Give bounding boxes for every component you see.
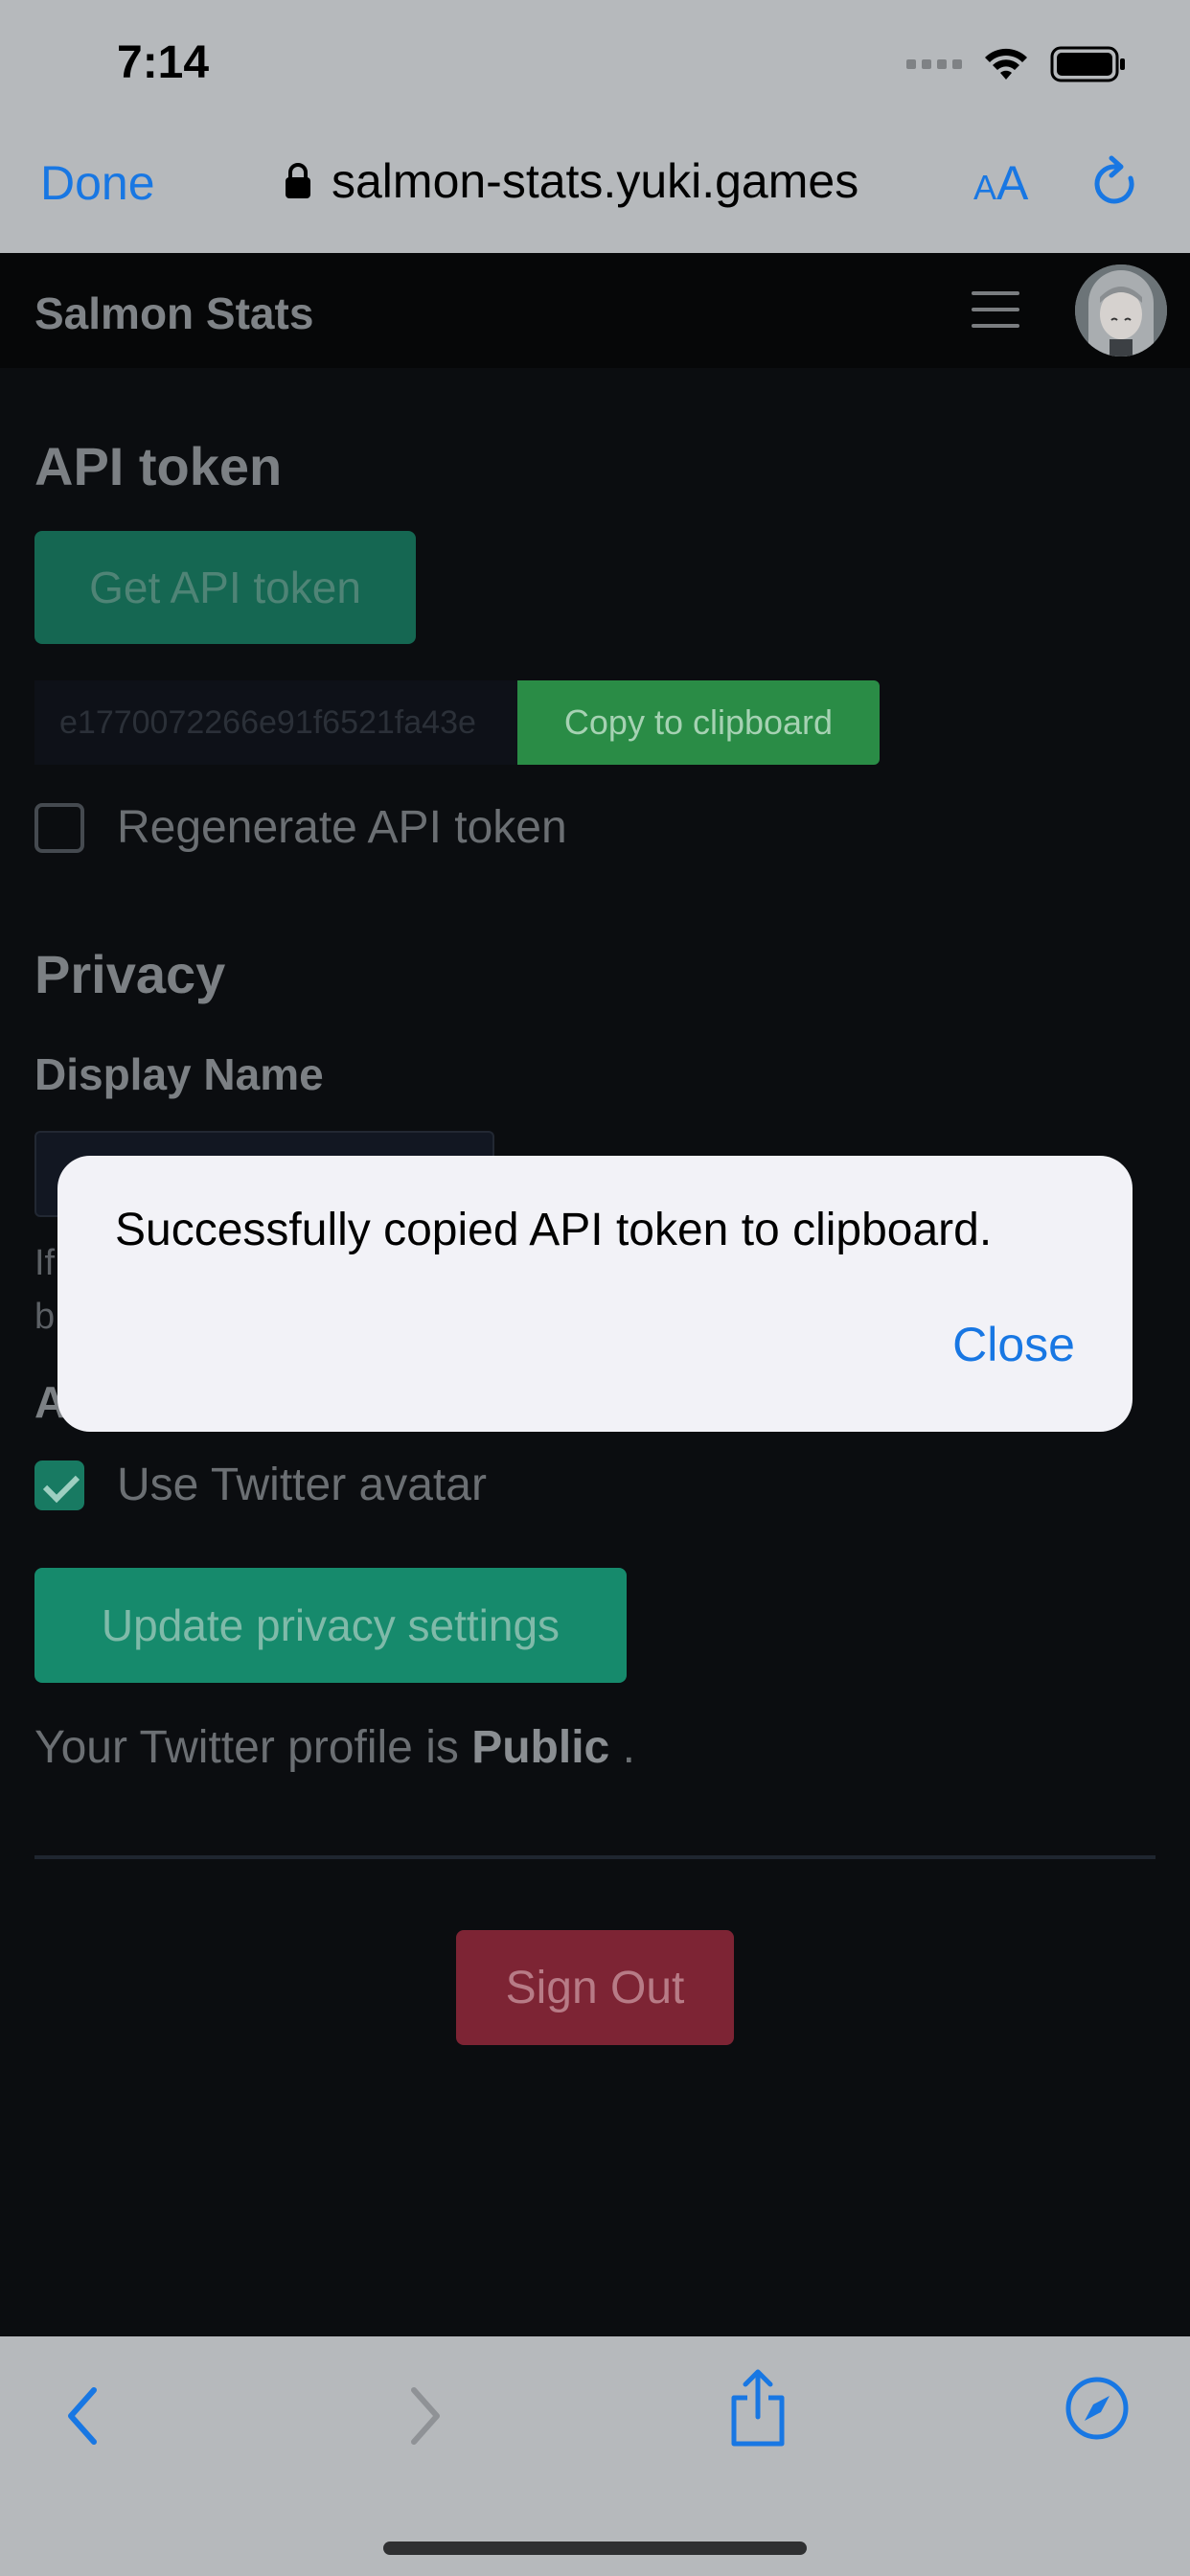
sign-out-button[interactable]: Sign Out	[456, 1930, 734, 2045]
status-bar: 7:14	[0, 0, 1190, 134]
text-size-large-a: A	[996, 156, 1029, 210]
avatar-image	[1075, 264, 1167, 356]
compass-icon[interactable]	[1064, 2375, 1131, 2442]
copy-to-clipboard-button[interactable]: Copy to clipboard	[517, 680, 880, 765]
dialog-message: Successfully copied API token to clipboa…	[115, 1205, 993, 1255]
use-twitter-avatar-label: Use Twitter avatar	[117, 1460, 487, 1510]
menu-toggle-icon[interactable]	[972, 291, 1019, 330]
url-text: salmon-stats.yuki.games	[332, 154, 859, 208]
regenerate-label: Regenerate API token	[117, 802, 567, 853]
wifi-icon	[985, 48, 1027, 80]
divider	[34, 1855, 1156, 1859]
alert-dialog: Successfully copied API token to clipboa…	[57, 1156, 1133, 1432]
site-brand[interactable]: Salmon Stats	[34, 288, 313, 339]
api-token-heading: API token	[34, 436, 283, 496]
share-icon[interactable]	[726, 2367, 790, 2450]
profile-text-after: .	[609, 1722, 635, 1773]
use-twitter-avatar-checkbox[interactable]	[34, 1460, 84, 1510]
regenerate-checkbox[interactable]	[34, 802, 84, 853]
browser-bottom-toolbar	[0, 2336, 1190, 2576]
site-navbar: Salmon Stats	[0, 253, 1190, 368]
display-name-label: Display Name	[34, 1049, 324, 1099]
cellular-signal-icon	[906, 59, 962, 69]
profile-visibility: Public	[471, 1722, 610, 1773]
status-time: 7:14	[117, 37, 210, 88]
chevron-left-icon[interactable]	[59, 2382, 107, 2450]
text-size-button[interactable]: AA	[973, 155, 1028, 211]
text-size-small-a: A	[973, 168, 997, 207]
update-privacy-button[interactable]: Update privacy settings	[34, 1568, 627, 1683]
profile-text-before: Your Twitter profile is	[34, 1722, 472, 1773]
twitter-profile-status: Your Twitter profile is Public .	[34, 1721, 635, 1774]
dialog-close-button[interactable]: Close	[952, 1317, 1075, 1372]
reload-icon[interactable]	[1088, 155, 1142, 213]
privacy-heading: Privacy	[34, 944, 226, 1004]
browser-top-bar: Done salmon-stats.yuki.games AA	[0, 134, 1190, 253]
lock-icon	[286, 163, 310, 198]
get-api-token-button[interactable]: Get API token	[34, 531, 416, 644]
address-bar[interactable]: salmon-stats.yuki.games	[284, 153, 858, 209]
status-icons	[906, 46, 1127, 82]
api-token-field[interactable]: e1770072266e91f6521fa43e	[34, 680, 517, 765]
battery-icon	[1050, 46, 1125, 82]
chevron-right-icon[interactable]	[400, 2382, 448, 2450]
done-button[interactable]: Done	[40, 155, 155, 211]
home-indicator	[383, 2542, 807, 2555]
use-twitter-avatar-option[interactable]: Use Twitter avatar	[34, 1459, 487, 1511]
regenerate-token-option[interactable]: Regenerate API token	[34, 801, 567, 854]
avatar[interactable]	[1075, 264, 1167, 356]
